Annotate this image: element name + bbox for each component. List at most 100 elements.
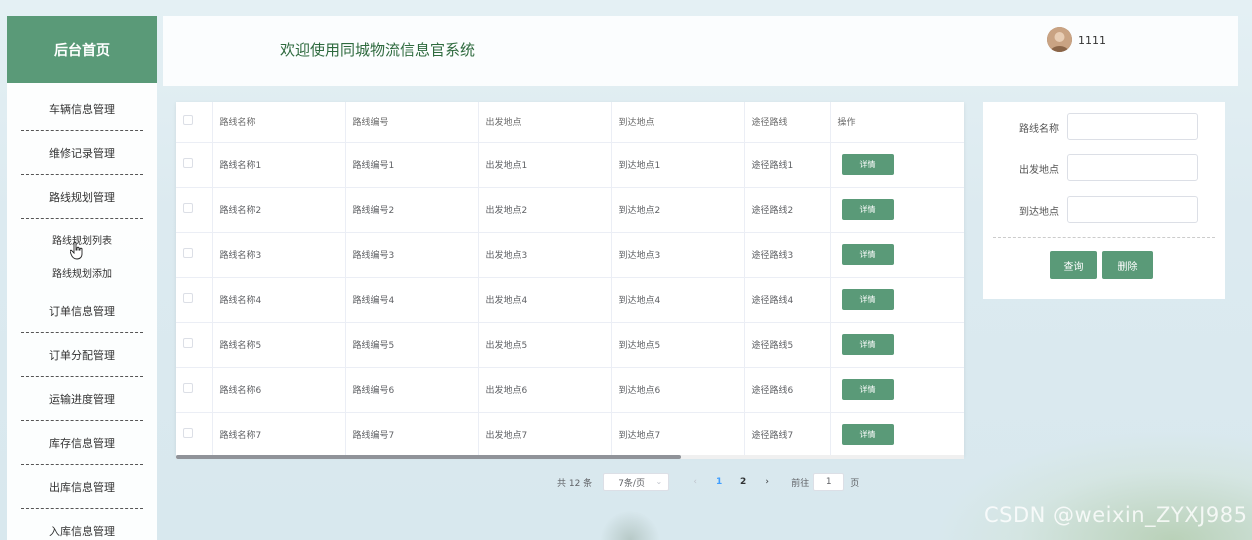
action-cell: 详情 [830, 142, 964, 188]
avatar[interactable] [1047, 27, 1072, 52]
row-select-cell[interactable] [176, 277, 213, 323]
table-cell: 路线名称6 [212, 367, 346, 413]
table-cell: 出发地点6 [478, 367, 612, 413]
row-checkbox[interactable] [183, 293, 193, 303]
goto-page-input[interactable]: 1 [813, 473, 845, 491]
background-decoration [600, 510, 660, 540]
sidebar-item-transport-progress[interactable]: 运输进度管理 [21, 377, 143, 421]
table-cell: 路线编号3 [345, 232, 479, 278]
sidebar-item-outbound-info[interactable]: 出库信息管理 [21, 465, 143, 509]
sidebar-item-inventory-info[interactable]: 库存信息管理 [21, 421, 143, 465]
pagination-total: 共 12 条 [557, 478, 593, 489]
action-cell: 详情 [830, 232, 964, 278]
action-cell: 详情 [830, 277, 964, 323]
table-cell: 路线名称3 [212, 232, 346, 278]
sidebar-item-route-planning[interactable]: 路线规划管理 [21, 175, 143, 219]
table-cell: 路线编号4 [345, 277, 479, 323]
detail-button[interactable]: 详情 [841, 244, 894, 265]
table-row: 路线名称1 路线编号1 出发地点1 到达地点1 途径路线1 详情 [176, 142, 964, 188]
row-select-cell[interactable] [176, 232, 213, 278]
avatar-image-icon [1047, 27, 1072, 52]
row-checkbox[interactable] [183, 338, 193, 348]
table-row: 路线名称7 路线编号7 出发地点7 到达地点7 途径路线7 详情 [176, 412, 964, 456]
row-checkbox[interactable] [183, 203, 193, 213]
table-cell: 途径路线5 [744, 322, 831, 368]
table-cell: 出发地点1 [478, 142, 612, 188]
action-cell: 详情 [830, 187, 964, 233]
table-cell: 出发地点4 [478, 277, 612, 323]
column-header: 出发地点 [478, 102, 612, 143]
action-cell: 详情 [830, 367, 964, 413]
detail-button[interactable]: 详情 [841, 154, 894, 175]
detail-button[interactable]: 详情 [841, 424, 894, 445]
table-cell: 到达地点4 [611, 277, 745, 323]
table-horizontal-scrollbar[interactable] [176, 455, 964, 459]
chevron-down-icon: ⌄ [655, 477, 663, 486]
table-cell: 出发地点2 [478, 187, 612, 233]
goto-label: 前往 [791, 478, 810, 489]
table-cell: 路线编号6 [345, 367, 479, 413]
select-all-cell[interactable] [176, 102, 213, 143]
route-name-input[interactable] [1067, 113, 1198, 140]
sidebar-item-order-assignment[interactable]: 订单分配管理 [21, 333, 143, 377]
detail-button[interactable]: 详情 [841, 379, 894, 400]
next-page-button[interactable]: › [755, 477, 779, 487]
sidebar-item-order-info[interactable]: 订单信息管理 [21, 289, 143, 333]
prev-page-button[interactable]: ‹ [683, 477, 707, 487]
table-cell: 到达地点7 [611, 412, 745, 456]
table-cell: 路线名称7 [212, 412, 346, 456]
pagination: 共 12 条 7条/页 ⌄ ‹ 1 2 › 前往 1 页 [557, 473, 859, 491]
row-select-cell[interactable] [176, 367, 213, 413]
table-cell: 到达地点5 [611, 322, 745, 368]
row-checkbox[interactable] [183, 383, 193, 393]
table-cell: 路线名称4 [212, 277, 346, 323]
row-select-cell[interactable] [176, 412, 213, 456]
table-cell: 到达地点1 [611, 142, 745, 188]
table-cell: 出发地点7 [478, 412, 612, 456]
page-size-select[interactable]: 7条/页 ⌄ [603, 473, 670, 491]
departure-label: 出发地点 [1019, 165, 1059, 176]
sidebar-subitem-route-add[interactable]: 路线规划添加 [7, 256, 157, 289]
sidebar-item-vehicle-info[interactable]: 车辆信息管理 [21, 87, 143, 131]
select-all-checkbox[interactable] [183, 115, 193, 126]
table-cell: 途径路线6 [744, 367, 831, 413]
route-name-field-row: 路线名称 [983, 113, 1225, 140]
row-select-cell[interactable] [176, 142, 213, 188]
search-divider [993, 237, 1215, 238]
sidebar-home-title[interactable]: 后台首页 [7, 16, 157, 83]
row-select-cell[interactable] [176, 187, 213, 233]
page-title: 欢迎使用同城物流信息官系统 [280, 41, 476, 59]
table-cell: 途径路线7 [744, 412, 831, 456]
table-row: 路线名称3 路线编号3 出发地点3 到达地点3 途径路线3 详情 [176, 232, 964, 278]
search-panel: 路线名称 出发地点 到达地点 查询 删除 [983, 102, 1225, 299]
delete-button[interactable]: 删除 [1102, 251, 1153, 279]
arrival-input[interactable] [1067, 196, 1198, 223]
route-name-label: 路线名称 [1019, 124, 1059, 135]
sidebar-item-maintenance-records[interactable]: 维修记录管理 [21, 131, 143, 175]
table-row: 路线名称5 路线编号5 出发地点5 到达地点5 途径路线5 详情 [176, 322, 964, 368]
query-button[interactable]: 查询 [1050, 251, 1097, 279]
table-header-row: 路线名称 路线编号 出发地点 到达地点 途径路线 操作 [176, 102, 964, 143]
table-cell: 到达地点3 [611, 232, 745, 278]
page-button-1[interactable]: 1 [707, 477, 731, 487]
table-cell: 途径路线2 [744, 187, 831, 233]
row-select-cell[interactable] [176, 322, 213, 368]
scrollbar-thumb[interactable] [176, 455, 681, 459]
row-checkbox[interactable] [183, 248, 193, 258]
column-header: 操作 [830, 102, 964, 143]
hand-cursor-icon [70, 242, 83, 260]
detail-button[interactable]: 详情 [841, 199, 894, 220]
header-bar: 欢迎使用同城物流信息官系统 1111 [163, 16, 1238, 86]
column-header: 到达地点 [611, 102, 745, 143]
table-cell: 路线名称2 [212, 187, 346, 233]
detail-button[interactable]: 详情 [841, 334, 894, 355]
detail-button[interactable]: 详情 [841, 289, 894, 310]
row-checkbox[interactable] [183, 428, 193, 438]
row-checkbox[interactable] [183, 158, 193, 168]
table-row: 路线名称4 路线编号4 出发地点4 到达地点4 途径路线4 详情 [176, 277, 964, 323]
departure-input[interactable] [1067, 154, 1198, 181]
page-button-2[interactable]: 2 [731, 477, 755, 487]
table-cell: 到达地点6 [611, 367, 745, 413]
sidebar-item-inbound-info[interactable]: 入库信息管理 [21, 509, 143, 540]
username[interactable]: 1111 [1078, 34, 1106, 47]
